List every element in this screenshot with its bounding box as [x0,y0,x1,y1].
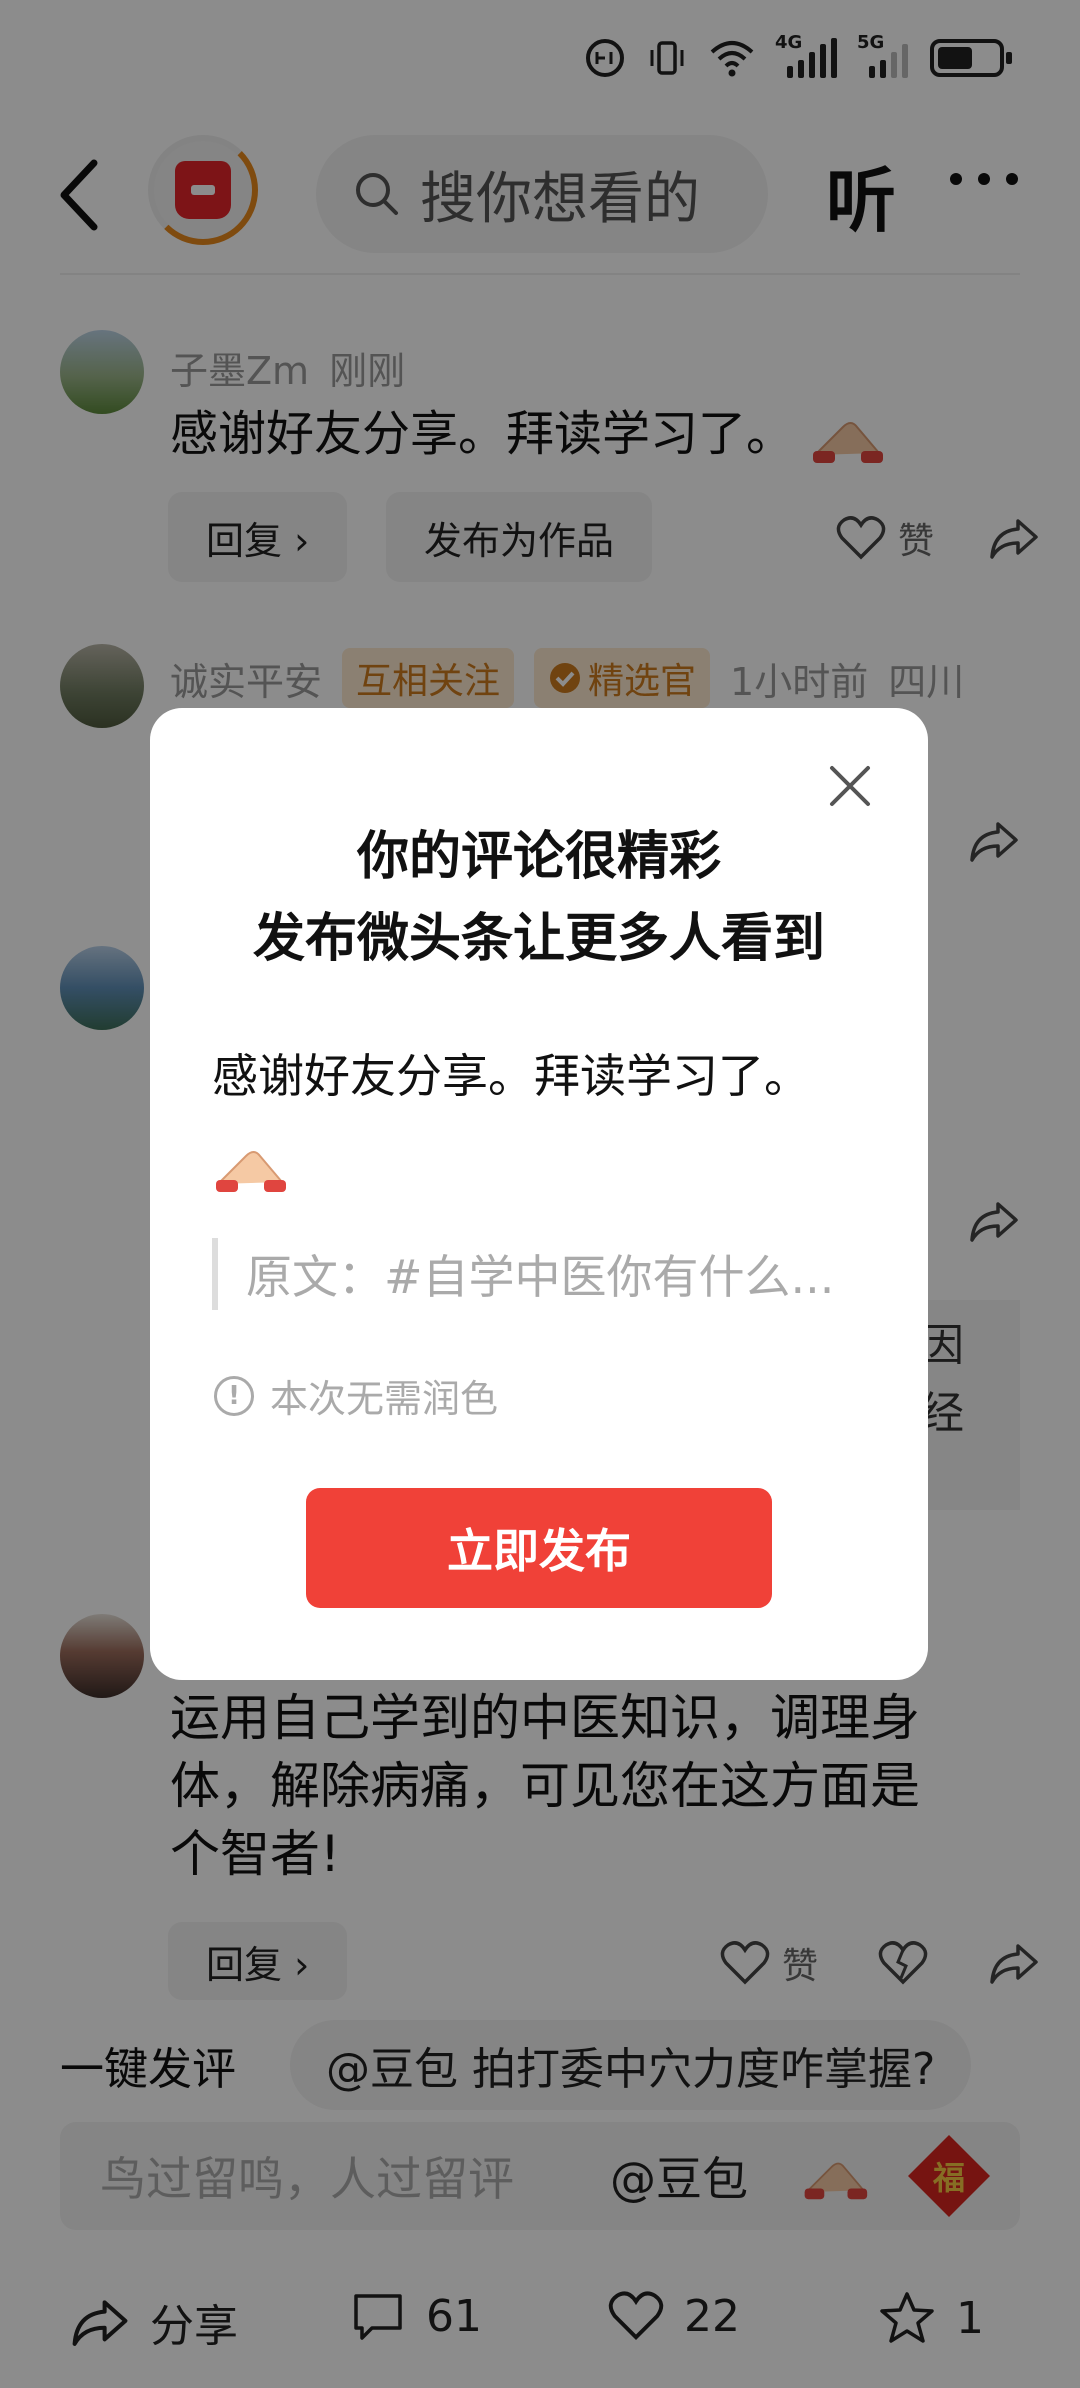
publish-now-button[interactable]: 立即发布 [306,1488,772,1608]
dialog-title: 你的评论很精彩 [356,827,721,887]
info-icon: ! [214,1375,254,1416]
dialog-subtitle: 发布微头条让更多人看到 [252,909,825,969]
close-icon[interactable] [826,762,874,810]
original-post-reference: 原文：#自学中医你有什么... [212,1238,852,1310]
folded-hands-emoji-icon [216,1151,286,1192]
dialog-comment-text: 感谢好友分享。拜读学习了。 [212,1049,810,1103]
polish-note: ! 本次无需润色 [214,1368,498,1423]
publish-suggestion-dialog: 你的评论很精彩 发布微头条让更多人看到 感谢好友分享。拜读学习了。 原文：#自学… [150,708,928,1680]
